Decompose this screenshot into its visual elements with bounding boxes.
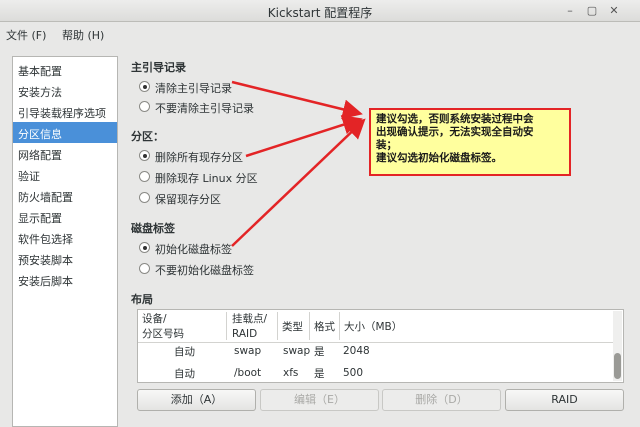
sidebar-item-firewall[interactable]: 防火墙配置 — [13, 185, 117, 206]
radio-label: 保留现存分区 — [155, 193, 221, 206]
column-divider — [309, 312, 310, 340]
radio-label: 删除现存 Linux 分区 — [155, 172, 258, 185]
annotation-callout: 建议勾选，否则系统安装过程中会 出现确认提示，无法实现全自动安 装； 建议勾选初… — [369, 108, 571, 176]
sidebar-item-auth[interactable]: 验证 — [13, 164, 117, 185]
cell-size[interactable]: 2048 — [343, 345, 370, 357]
edit-button[interactable]: 编辑（E） — [260, 389, 379, 411]
sidebar-item-install-method[interactable]: 安装方法 — [13, 80, 117, 101]
header-divider — [138, 342, 614, 343]
header-line: 挂载点/ — [232, 313, 268, 325]
radio-unchecked-icon — [139, 101, 150, 112]
arrow-to-partition — [245, 115, 363, 158]
callout-line: 建议勾选初始化磁盘标签。 — [376, 152, 502, 164]
column-header-format[interactable]: 格式 — [314, 320, 335, 335]
cell-format[interactable]: 是 — [314, 344, 325, 359]
window-title: Kickstart 配置程序 — [267, 6, 373, 20]
cell-device[interactable]: 自动 — [174, 366, 195, 381]
radio-label: 不要初始化磁盘标签 — [155, 264, 254, 277]
callout-line: 装； — [376, 139, 397, 151]
header-line: 设备/ — [142, 313, 167, 325]
radio-label: 清除主引导记录 — [155, 82, 232, 95]
callout-line: 建议勾选，否则系统安装过程中会 — [376, 113, 534, 125]
radio-unchecked-icon — [139, 192, 150, 203]
menu-file[interactable]: 文件 (F) — [6, 27, 46, 43]
cell-type[interactable]: xfs — [283, 367, 298, 379]
radio-unchecked-icon — [139, 171, 150, 182]
header-line: RAID — [232, 328, 258, 340]
column-header-type[interactable]: 类型 — [282, 320, 303, 335]
header-line: 分区号码 — [142, 328, 184, 340]
radio-label: 不要清除主引导记录 — [155, 102, 254, 115]
cell-type[interactable]: swap — [283, 345, 310, 357]
mbr-section-title: 主引导记录 — [131, 61, 186, 74]
cell-device[interactable]: 自动 — [174, 344, 195, 359]
column-header-device[interactable]: 设备/ 分区号码 — [142, 312, 184, 342]
delete-button[interactable]: 删除（D） — [382, 389, 501, 411]
disklabel-section-title: 磁盘标签 — [131, 222, 175, 235]
sidebar-item-bootloader[interactable]: 引导装载程序选项 — [13, 101, 117, 122]
column-divider — [277, 312, 278, 340]
column-divider — [226, 312, 227, 340]
radio-label: 初始化磁盘标签 — [155, 243, 232, 256]
layout-section-title: 布局 — [131, 293, 153, 306]
minimize-icon[interactable]: – — [562, 3, 578, 19]
radio-label: 删除所有现存分区 — [155, 151, 243, 164]
radio-checked-icon — [139, 150, 150, 161]
add-button[interactable]: 添加（A） — [137, 389, 256, 411]
cell-mount[interactable]: /boot — [234, 367, 261, 379]
table-scrollbar[interactable] — [613, 311, 622, 381]
maximize-icon[interactable]: ▢ — [584, 3, 600, 19]
radio-unchecked-icon — [139, 263, 150, 274]
partition-table[interactable]: 设备/ 分区号码 挂载点/ RAID 类型 格式 大小（MB） 自动 swap … — [137, 309, 624, 383]
menu-bar: 文件 (F) 帮助 (H) — [0, 22, 640, 44]
sidebar-item-network[interactable]: 网络配置 — [13, 143, 117, 164]
column-header-mount[interactable]: 挂载点/ RAID — [232, 312, 267, 342]
partition-section-title: 分区： — [131, 130, 164, 143]
sidebar-item-basic[interactable]: 基本配置 — [13, 59, 117, 80]
scrollbar-thumb[interactable] — [614, 353, 621, 379]
sidebar-item-display[interactable]: 显示配置 — [13, 206, 117, 227]
sidebar: 基本配置 安装方法 引导装载程序选项 分区信息 网络配置 验证 防火墙配置 显示… — [12, 56, 118, 427]
cell-format[interactable]: 是 — [314, 366, 325, 381]
menu-help[interactable]: 帮助 (H) — [62, 27, 104, 43]
radio-checked-icon — [139, 242, 150, 253]
sidebar-item-partition[interactable]: 分区信息 — [13, 122, 117, 143]
close-icon[interactable]: ✕ — [606, 3, 622, 19]
cell-mount[interactable]: swap — [234, 345, 261, 357]
cell-size[interactable]: 500 — [343, 367, 363, 379]
raid-button[interactable]: RAID — [505, 389, 624, 411]
title-bar: Kickstart 配置程序 – ▢ ✕ — [0, 0, 640, 22]
column-header-size[interactable]: 大小（MB） — [344, 320, 402, 335]
column-divider — [339, 312, 340, 340]
sidebar-item-pre-script[interactable]: 预安装脚本 — [13, 248, 117, 269]
sidebar-item-post-script[interactable]: 安装后脚本 — [13, 269, 117, 290]
radio-checked-icon — [139, 81, 150, 92]
sidebar-item-packages[interactable]: 软件包选择 — [13, 227, 117, 248]
callout-line: 出现确认提示，无法实现全自动安 — [376, 126, 534, 138]
